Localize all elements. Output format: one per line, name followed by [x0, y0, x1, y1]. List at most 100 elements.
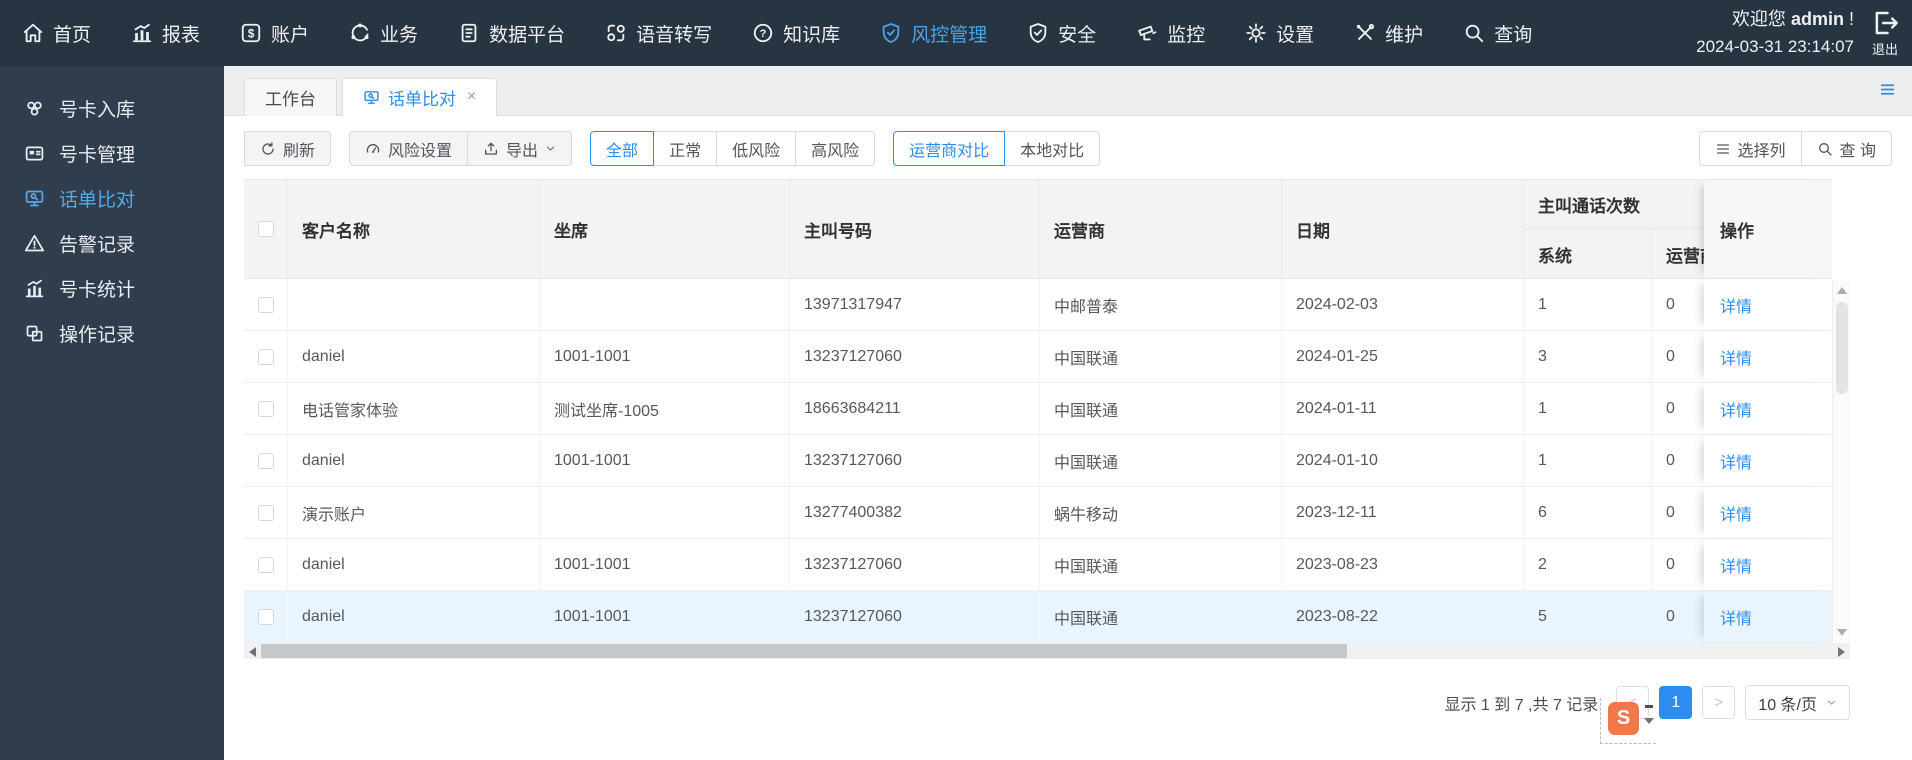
- scroll-left-arrow-icon[interactable]: [249, 647, 256, 657]
- compare-button-0[interactable]: 运营商对比: [893, 131, 1006, 166]
- table-body: 13971317947 中邮普泰 2024-02-03 1 0 详情 daniel 1001-…: [244, 279, 1832, 643]
- account-icon: $: [240, 22, 262, 44]
- compare-button-label: 本地对比: [1020, 142, 1085, 160]
- sidebar-item-sim-manage[interactable]: 号卡管理: [0, 131, 224, 176]
- compare-button-1[interactable]: 本地对比: [1004, 131, 1101, 166]
- sidebar-item-alert-log[interactable]: 告警记录: [0, 221, 224, 266]
- compare-mode-group: 运营商对比 本地对比: [893, 131, 1101, 166]
- export-button[interactable]: 导出: [467, 131, 573, 166]
- sidebar-item-sim-stats[interactable]: 号卡统计: [0, 266, 224, 311]
- refresh-icon: [260, 141, 276, 157]
- filter-button-3[interactable]: 高风险: [795, 131, 876, 166]
- risk-setting-button[interactable]: 风险设置: [349, 131, 469, 166]
- left-sidebar: 号卡入库 号卡管理 话单比对 告警记录 号卡统计 操作记录: [0, 66, 224, 760]
- refresh-label: 刷新: [283, 142, 316, 160]
- sidebar-item-sim-inbound[interactable]: 号卡入库: [0, 86, 224, 131]
- nav-item-security[interactable]: 安全: [1027, 20, 1096, 47]
- current-datetime: 2024-03-31 23:14:07: [1696, 36, 1854, 56]
- table-row[interactable]: daniel 1001-1001 13237127060 中国联通 2024-01-10…: [244, 435, 1832, 487]
- nav-item-business[interactable]: 业务: [349, 20, 418, 47]
- user-info: 欢迎您 admin ! 2024-03-31 23:14:07: [1696, 6, 1854, 60]
- cell-agent: 测试坐席-1005: [540, 383, 790, 434]
- page-1-button[interactable]: 1: [1659, 686, 1693, 719]
- table-row[interactable]: 演示账户 13277400382 蜗牛移动 2023-12-11 6 0 详情: [244, 487, 1832, 539]
- detail-link[interactable]: 详情: [1720, 501, 1752, 525]
- table-row[interactable]: 13971317947 中邮普泰 2024-02-03 1 0 详情: [244, 279, 1832, 331]
- nav-item-settings[interactable]: 设置: [1245, 20, 1314, 47]
- tab-call-compare[interactable]: 话单比对 ×: [342, 78, 498, 116]
- collapse-dash-icon[interactable]: [1645, 705, 1653, 708]
- nav-item-voice-transcribe[interactable]: 语音转写: [605, 20, 712, 47]
- filter-button-label: 低风险: [732, 142, 781, 160]
- sidebar-item-operation-log[interactable]: 操作记录: [0, 311, 224, 356]
- row-checkbox[interactable]: [257, 504, 274, 521]
- close-icon[interactable]: ×: [467, 88, 476, 106]
- vertical-scrollbar[interactable]: [1832, 280, 1850, 643]
- nav-item-home[interactable]: 首页: [22, 20, 91, 47]
- select-all-checkbox[interactable]: [257, 221, 274, 237]
- search-icon: [1463, 22, 1485, 44]
- row-checkbox[interactable]: [257, 348, 274, 365]
- cell-number: 13277400382: [790, 487, 1040, 538]
- nav-item-account[interactable]: $ 账户: [240, 20, 309, 47]
- row-checkbox[interactable]: [257, 452, 274, 469]
- table-row[interactable]: daniel 1001-1001 13237127060 中国联通 2023-08-22…: [244, 591, 1832, 643]
- filter-button-label: 正常: [669, 142, 702, 160]
- detail-link[interactable]: 详情: [1720, 605, 1752, 629]
- next-page-button[interactable]: >: [1702, 686, 1736, 719]
- search-button[interactable]: 查 询: [1800, 131, 1892, 166]
- cell-number: 13237127060: [790, 331, 1040, 382]
- filter-button-1[interactable]: 正常: [653, 131, 718, 166]
- row-checkbox[interactable]: [257, 296, 274, 313]
- row-checkbox[interactable]: [257, 556, 274, 573]
- chevron-down-icon: [545, 143, 556, 154]
- detail-link[interactable]: 详情: [1720, 293, 1752, 317]
- welcome-text: 欢迎您 admin !: [1696, 6, 1854, 34]
- filter-button-2[interactable]: 低风险: [716, 131, 797, 166]
- table-row[interactable]: daniel 1001-1001 13237127060 中国联通 2023-08-23…: [244, 539, 1832, 591]
- sidebar-item-call-compare[interactable]: 话单比对: [0, 176, 224, 221]
- tab-workbench[interactable]: 工作台: [244, 78, 337, 116]
- row-checkbox-cell: [244, 331, 288, 382]
- cell-action: 详情: [1704, 279, 1832, 330]
- screenshot-plugin-overlay[interactable]: S: [1600, 698, 1656, 744]
- scroll-up-arrow-icon[interactable]: [1837, 287, 1847, 294]
- cell-carrier: 中国联通: [1040, 331, 1282, 382]
- cell-date: 2024-01-25: [1282, 331, 1524, 382]
- page-size-select[interactable]: 10 条/页: [1745, 685, 1850, 720]
- nav-item-report[interactable]: 报表: [131, 20, 200, 47]
- row-checkbox[interactable]: [257, 400, 274, 417]
- chevron-down-icon: [1826, 697, 1837, 708]
- data-platform-icon: [458, 22, 480, 44]
- sim-inbound-icon: [24, 98, 45, 119]
- search-label: 查 询: [1839, 142, 1876, 160]
- filter-button-0[interactable]: 全部: [590, 131, 655, 166]
- table-row[interactable]: daniel 1001-1001 13237127060 中国联通 2024-01-25…: [244, 331, 1832, 383]
- detail-link[interactable]: 详情: [1720, 345, 1752, 369]
- nav-item-knowledge[interactable]: ? 知识库: [752, 20, 840, 47]
- row-checkbox[interactable]: [257, 608, 274, 625]
- refresh-button[interactable]: 刷新: [244, 131, 332, 166]
- row-checkbox-cell: [244, 435, 288, 486]
- logout-button[interactable]: 退出: [1870, 8, 1900, 58]
- horizontal-scroll-thumb[interactable]: [261, 644, 1347, 658]
- choose-columns-button[interactable]: 选择列: [1698, 131, 1802, 166]
- nav-item-query[interactable]: 查询: [1463, 20, 1532, 47]
- scroll-right-arrow-icon[interactable]: [1838, 647, 1845, 657]
- detail-link[interactable]: 详情: [1720, 449, 1752, 473]
- risk-control-icon: [880, 22, 902, 44]
- search-icon: [1817, 141, 1833, 157]
- caret-down-icon[interactable]: [1644, 718, 1654, 724]
- screenshot-plugin-icon[interactable]: S: [1608, 702, 1639, 735]
- table-row[interactable]: 电话管家体验 测试坐席-1005 18663684211 中国联通 2024-01-11…: [244, 383, 1832, 435]
- detail-link[interactable]: 详情: [1720, 397, 1752, 421]
- nav-item-risk-control[interactable]: 风控管理: [880, 20, 987, 47]
- horizontal-scrollbar[interactable]: [244, 643, 1850, 659]
- nav-item-data-platform[interactable]: 数据平台: [458, 20, 565, 47]
- nav-item-surveillance[interactable]: 监控: [1136, 20, 1205, 47]
- nav-item-maintenance[interactable]: 维护: [1354, 20, 1423, 47]
- vertical-scroll-thumb[interactable]: [1836, 302, 1848, 394]
- detail-link[interactable]: 详情: [1720, 553, 1752, 577]
- tab-menu-icon[interactable]: [1879, 81, 1896, 98]
- scroll-down-arrow-icon[interactable]: [1837, 629, 1847, 636]
